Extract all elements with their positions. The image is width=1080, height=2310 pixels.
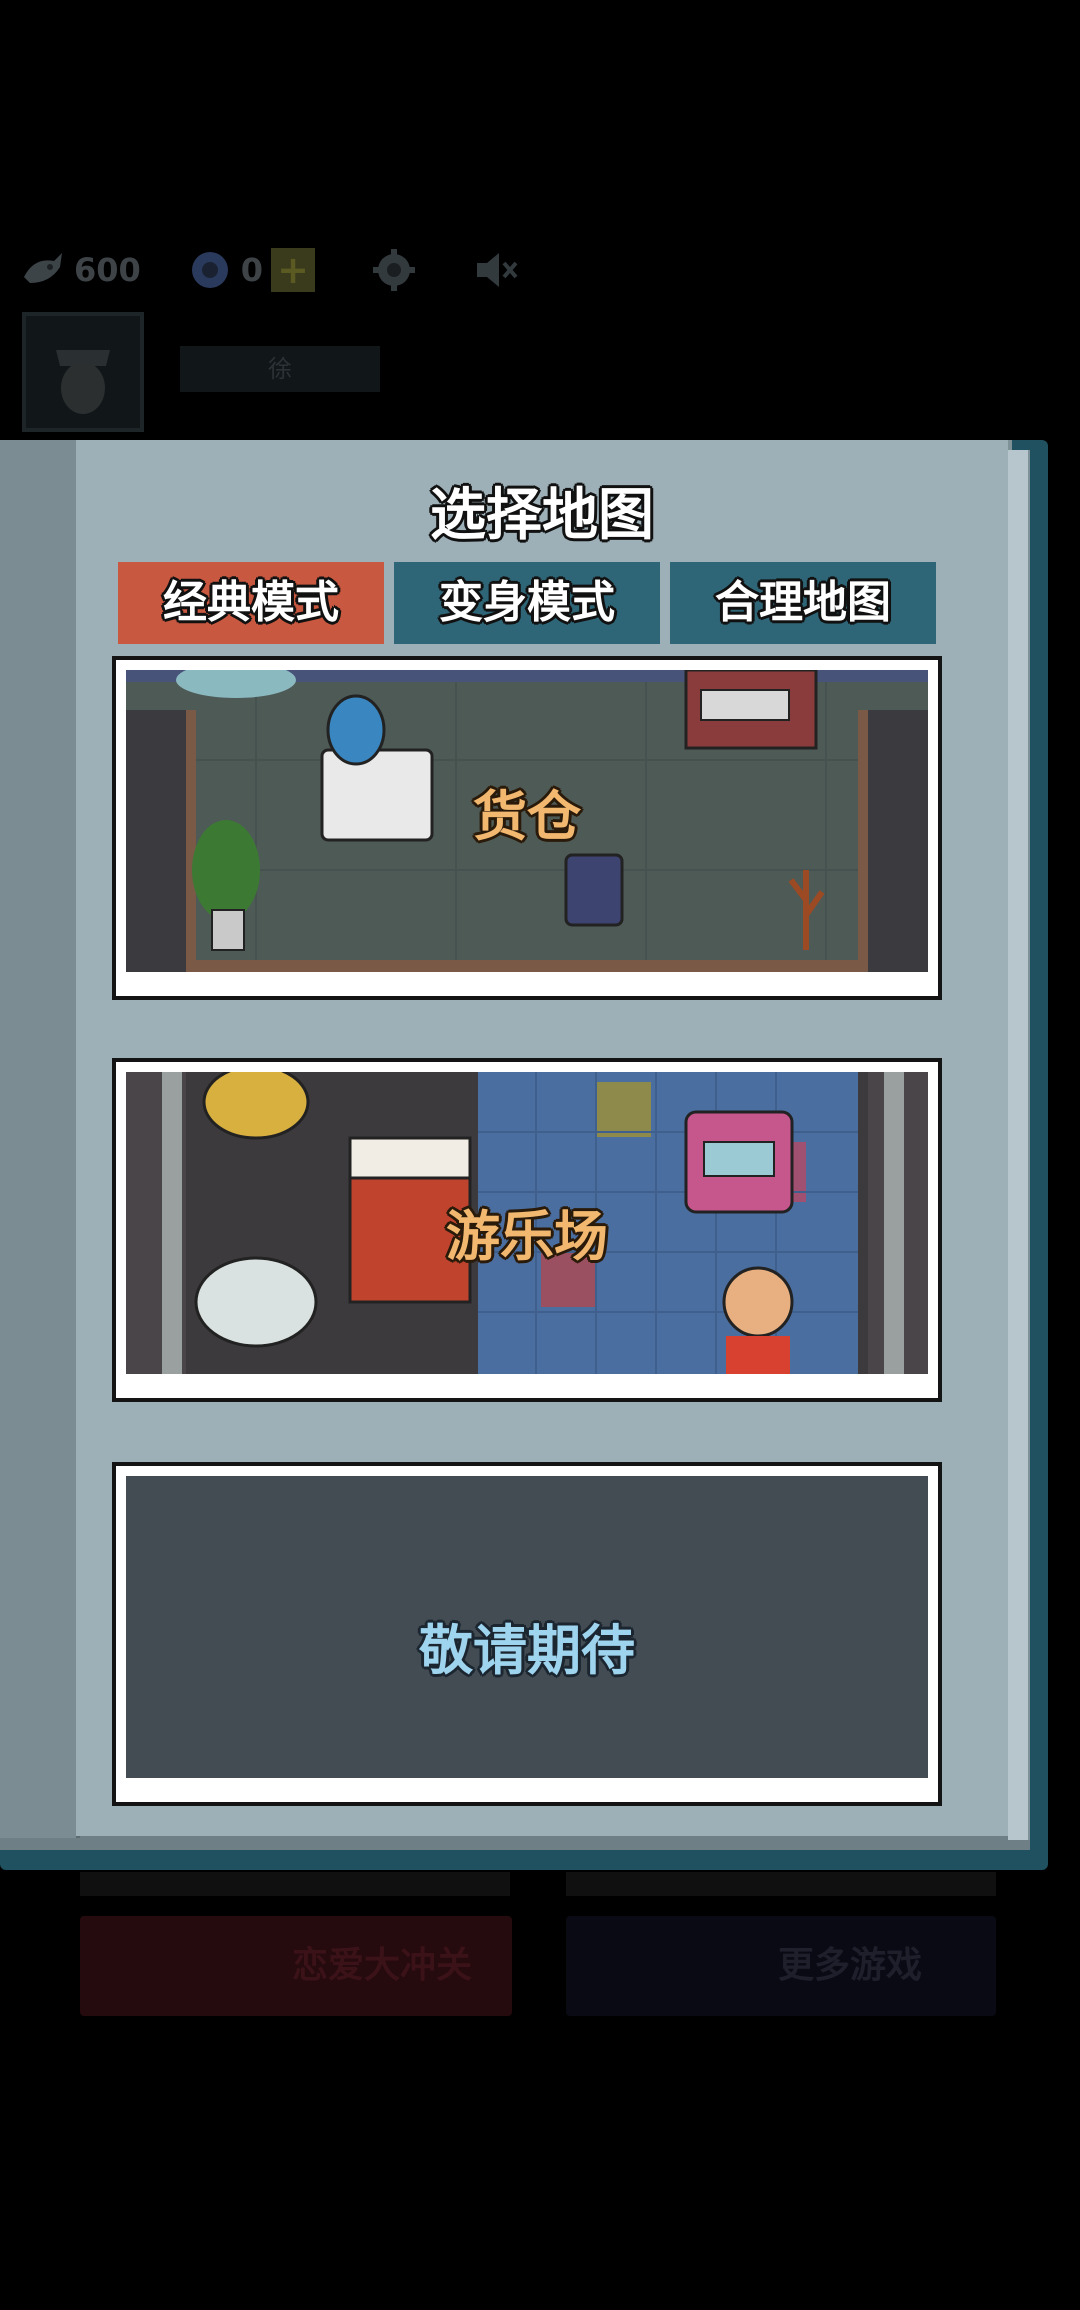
map-name-warehouse: 货仓 xyxy=(473,785,581,848)
player-avatar[interactable] xyxy=(22,312,144,432)
tab-transform-mode[interactable]: 变身模式 xyxy=(394,562,660,644)
tab-classic-mode[interactable]: 经典模式 xyxy=(118,562,384,644)
book-spine xyxy=(0,440,80,1838)
ticket-counter: 0 + xyxy=(187,247,316,293)
player-name: 徐 xyxy=(180,346,380,392)
dialog-title: 选择地图 xyxy=(430,483,654,548)
map-card-amusement-park[interactable]: 游乐场 xyxy=(112,1058,942,1402)
love-challenge-button[interactable]: 恋爱大冲关 xyxy=(80,1916,512,2016)
coming-soon-label: 敬请期待 xyxy=(419,1619,635,1682)
tab-reasonable-map[interactable]: 合理地图 xyxy=(670,562,936,644)
map-card-coming-soon: 敬请期待 xyxy=(112,1462,942,1806)
coin-counter: 600 xyxy=(20,247,141,293)
gear-icon[interactable] xyxy=(371,247,417,293)
add-ticket-button[interactable]: + xyxy=(271,248,316,292)
book-page-edge xyxy=(1008,450,1030,1840)
more-games-label: 更多游戏 xyxy=(777,1945,922,1986)
ticket-count: 0 xyxy=(240,251,264,289)
more-games-button[interactable]: 更多游戏 xyxy=(566,1916,996,2016)
bottom-right-strip xyxy=(566,1872,996,1896)
love-challenge-label: 恋爱大冲关 xyxy=(291,1945,472,1986)
map-card-warehouse[interactable]: 货仓 xyxy=(112,656,942,1000)
bottom-left-strip xyxy=(80,1872,510,1896)
map-name-amusement-park: 游乐场 xyxy=(446,1205,608,1268)
fish-coin-icon xyxy=(24,253,62,283)
coin-count: 600 xyxy=(74,251,141,289)
avatar-icon xyxy=(56,350,110,414)
speaker-muted-icon[interactable] xyxy=(473,247,519,293)
resource-bar: 600 0 + xyxy=(20,240,519,300)
ticket-icon xyxy=(191,252,228,288)
